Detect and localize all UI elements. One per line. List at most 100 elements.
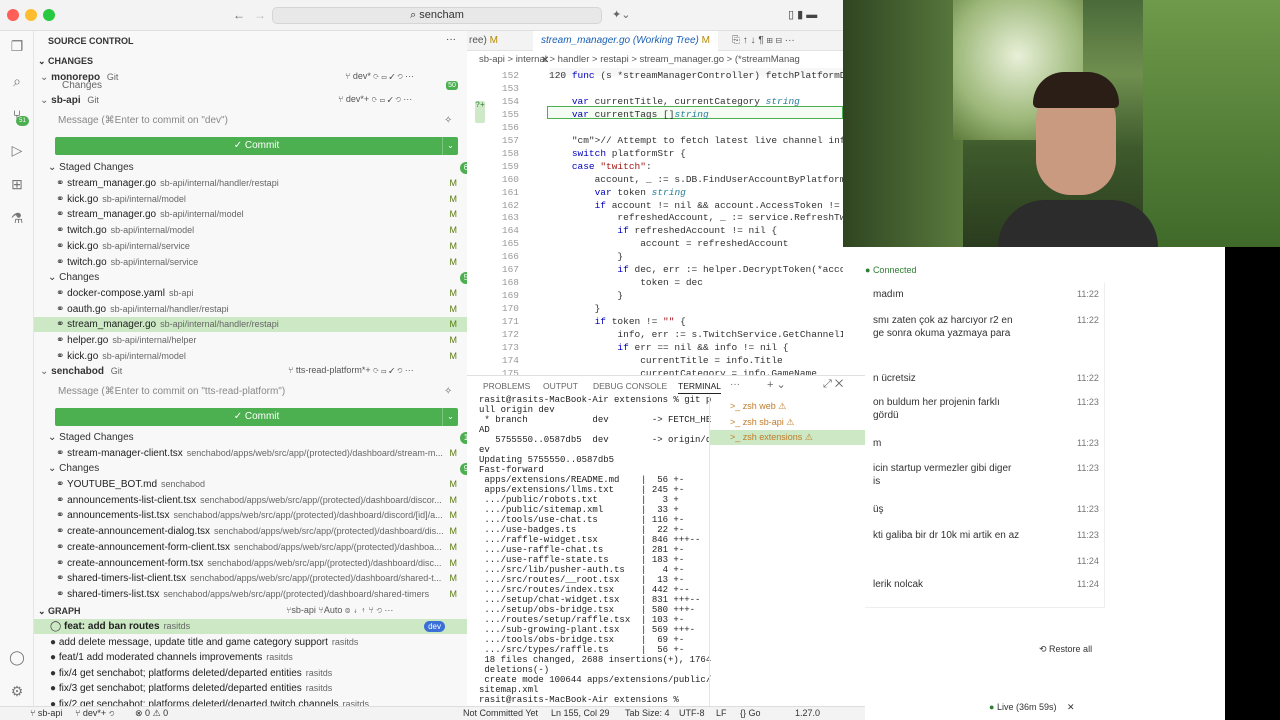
code-line[interactable]: 155 var currentTags []string	[467, 108, 843, 121]
status-position[interactable]: Ln 155, Col 29	[551, 707, 610, 720]
staged-changes-header[interactable]: ⌄ Staged Changes 1	[48, 430, 467, 445]
file-row[interactable]: ⚭ shared-timers-list.tsx senchabod/apps/w…	[34, 587, 467, 602]
code-line[interactable]: 170 }	[467, 302, 843, 315]
graph-commit-row[interactable]: ● fix/2 get senchabot; platforms deleted…	[34, 697, 467, 706]
file-row[interactable]: ⚭ docker-compose.yaml sb-api M	[34, 286, 467, 301]
terminal-item[interactable]: >_ zsh web ⚠	[710, 399, 865, 414]
command-center-search[interactable]: ⌕ sencham	[272, 7, 602, 24]
sparkle-icon[interactable]: ✧	[444, 115, 452, 126]
code-line[interactable]: 165 account = refreshedAccount	[467, 237, 843, 250]
code-line[interactable]: 152 120 func (s *streamManagerController)…	[467, 69, 843, 82]
code-line[interactable]: 156	[467, 121, 843, 134]
code-line[interactable]: 158 switch platformStr {	[467, 147, 843, 160]
file-row[interactable]: ⚭ create-announcement-form.tsx senchabod/…	[34, 556, 467, 571]
settings-gear-icon[interactable]: ⚙	[9, 683, 25, 699]
code-line[interactable]: 166 }	[467, 250, 843, 263]
layout-toggle-icons[interactable]: ▯ ▮ ▬	[788, 8, 817, 21]
graph-toolbar[interactable]: ⑂sb-api ⑂Auto ◎ ⇣ ⇡ ⑂ ⟲ ···	[286, 605, 393, 615]
file-row[interactable]: ⚭ stream_manager.go sb-api/internal/handl…	[34, 317, 467, 333]
code-line[interactable]: 164 if refreshedAccount != nil {	[467, 224, 843, 237]
graph-header[interactable]: ⌄ GRAPH	[38, 604, 467, 619]
explorer-icon[interactable]: ❐	[9, 38, 25, 54]
chevron-down-icon[interactable]: ⌄	[442, 408, 458, 426]
file-row[interactable]: ⚭ create-announcement-form-client.tsx sen…	[34, 540, 467, 555]
sparkle-icon[interactable]: ✧	[444, 386, 452, 397]
file-row[interactable]: ⚭ kick.go sb-api/internal/model M	[34, 192, 467, 207]
file-row[interactable]: ⚭ announcements-list.tsx senchabod/apps/w…	[34, 508, 467, 523]
commit-message-input[interactable]: Message (⌘Enter to commit on "tts-read-p…	[52, 382, 457, 402]
status-branch[interactable]: ⑂ dev*+ ⟲	[75, 707, 114, 720]
terminal-item[interactable]: >_ zsh extensions ⚠	[710, 430, 865, 445]
minimize-window-button[interactable]	[25, 9, 37, 21]
code-line[interactable]: 174 currentTitle = info.Title	[467, 354, 843, 367]
code-line[interactable]: 163 refreshedAccount, _ := service.Refre…	[467, 211, 843, 224]
commit-button[interactable]: ✓ Commit ⌄	[55, 408, 458, 426]
file-row[interactable]: ⚭ twitch.go sb-api/internal/model M	[34, 223, 467, 238]
branch-indicator[interactable]: ⑂ dev* ⟳ ▭ ✓ ⟲ ···	[345, 71, 414, 81]
maximize-window-button[interactable]	[43, 9, 55, 21]
file-row[interactable]: ⚭ stream-manager-client.tsx senchabod/app…	[34, 446, 467, 461]
code-line[interactable]: 173 if err == nil && info != nil {	[467, 341, 843, 354]
file-row[interactable]: ⚭ shared-timers-list-client.tsx senchabod…	[34, 571, 467, 586]
back-arrow-icon[interactable]: ←	[233, 8, 245, 22]
status-tabsize[interactable]: Tab Size: 4	[625, 707, 670, 720]
code-line[interactable]: 169 }	[467, 289, 843, 302]
code-line[interactable]: 175 currentCategory = info.GameName	[467, 367, 843, 375]
terminal-item[interactable]: >_ zsh sb-api ⚠	[710, 415, 865, 430]
status-problems[interactable]: ⊗ 0 ⚠ 0	[135, 707, 168, 720]
status-commit[interactable]: Not Committed Yet	[463, 707, 538, 720]
tab-debug-console[interactable]: DEBUG CONSOLE	[593, 381, 667, 391]
changes-header[interactable]: ⌄ Changes 9	[48, 461, 467, 476]
graph-commit-row[interactable]: ● fix/3 get senchabot; platforms deleted…	[34, 681, 467, 696]
more-icon[interactable]: ···	[730, 379, 740, 390]
tab-problems[interactable]: PROBLEMS	[483, 381, 530, 391]
staged-changes-header[interactable]: ⌄ Staged Changes 6	[48, 160, 467, 175]
new-terminal-icon[interactable]: + ⌄	[767, 378, 786, 391]
changes-section-header[interactable]: ⌄ CHANGES	[38, 54, 467, 69]
file-row[interactable]: ⚭ stream_manager.go sb-api/internal/model…	[34, 207, 467, 222]
changes-header[interactable]: ⌄ Changes 5	[48, 270, 467, 285]
graph-commit-row[interactable]: ● feat/1 add moderated channels improvem…	[34, 650, 467, 665]
code-line[interactable]: 172 info, err := s.TwitchService.GetChan…	[467, 328, 843, 341]
branch-indicator[interactable]: ⑂ dev*+ ⟳ ▭ ✓ ⟲ ···	[338, 94, 412, 104]
status-repo[interactable]: ⑂ sb-api	[30, 707, 62, 720]
status-eol[interactable]: LF	[716, 707, 727, 720]
graph-commit-row[interactable]: ● fix/4 get senchabot; platforms deleted…	[34, 666, 467, 681]
graph-commit-row[interactable]: ● add delete message, update title and g…	[34, 635, 467, 650]
run-debug-icon[interactable]: ▷	[9, 142, 25, 158]
code-line[interactable]: 171 if token != "" {	[467, 315, 843, 328]
breadcrumb[interactable]: sb-api > internal > handler > restapi > …	[467, 52, 843, 68]
file-row[interactable]: ⚭ oauth.go sb-api/internal/handler/restap…	[34, 302, 467, 317]
code-line[interactable]: 153	[467, 82, 843, 95]
close-icon[interactable]: ✕	[1067, 702, 1075, 712]
tab-terminal[interactable]: TERMINAL	[678, 381, 721, 394]
graph-commit-row[interactable]: ◯ feat: add ban routes rasitds dev	[34, 619, 467, 634]
restore-all-button[interactable]: ⟲ Restore all	[1039, 644, 1092, 655]
file-row[interactable]: ⚭ twitch.go sb-api/internal/service M	[34, 255, 467, 270]
branch-indicator[interactable]: ⑂ tts-read-platform*+ ⟳ ▭ ✓ ⟲ ···	[288, 365, 414, 375]
file-row[interactable]: ⚭ stream_manager.go sb-api/internal/handl…	[34, 176, 467, 191]
code-line[interactable]: 161 var token string	[467, 186, 843, 199]
file-row[interactable]: ⚭ helper.go sb-api/internal/helper M	[34, 333, 467, 348]
tab-previous[interactable]: ree) M	[469, 35, 498, 46]
editor-actions[interactable]: ⎘ ↑ ↓ ¶ ⊞ ⊟ ···	[732, 35, 795, 46]
code-editor[interactable]: ree) M stream_manager.go (Working Tree) …	[467, 31, 843, 375]
search-icon[interactable]: ⌕	[9, 73, 25, 89]
commit-button[interactable]: ✓ Commit ⌄	[55, 137, 458, 155]
code-line[interactable]: 159 case "twitch":	[467, 160, 843, 173]
code-line[interactable]: 167 if dec, err := helper.DecryptToken(*…	[467, 263, 843, 276]
panel-controls[interactable]: ⤢ ✕	[823, 378, 843, 391]
copilot-icon[interactable]: ✦⌄	[612, 8, 630, 21]
chevron-down-icon[interactable]: ⌄	[442, 137, 458, 155]
more-actions-icon[interactable]: ···	[446, 34, 456, 45]
code-line[interactable]: 154 var currentTitle, currentCategory st…	[467, 95, 843, 108]
close-window-button[interactable]	[7, 9, 19, 21]
status-version[interactable]: 1.27.0	[795, 707, 820, 720]
file-row[interactable]: ⚭ announcements-list-client.tsx senchabod…	[34, 493, 467, 508]
code-line[interactable]: 162 if account != nil && account.AccessT…	[467, 199, 843, 212]
code-line[interactable]: 157 "cm">// Attempt to fetch latest live…	[467, 134, 843, 147]
testing-icon[interactable]: ⚗	[9, 210, 25, 226]
terminal-output[interactable]: rasit@rasits-MacBook-Air extensions % gi…	[479, 395, 714, 706]
extensions-icon[interactable]: ⊞	[9, 176, 25, 192]
status-language[interactable]: {} Go	[740, 707, 761, 720]
